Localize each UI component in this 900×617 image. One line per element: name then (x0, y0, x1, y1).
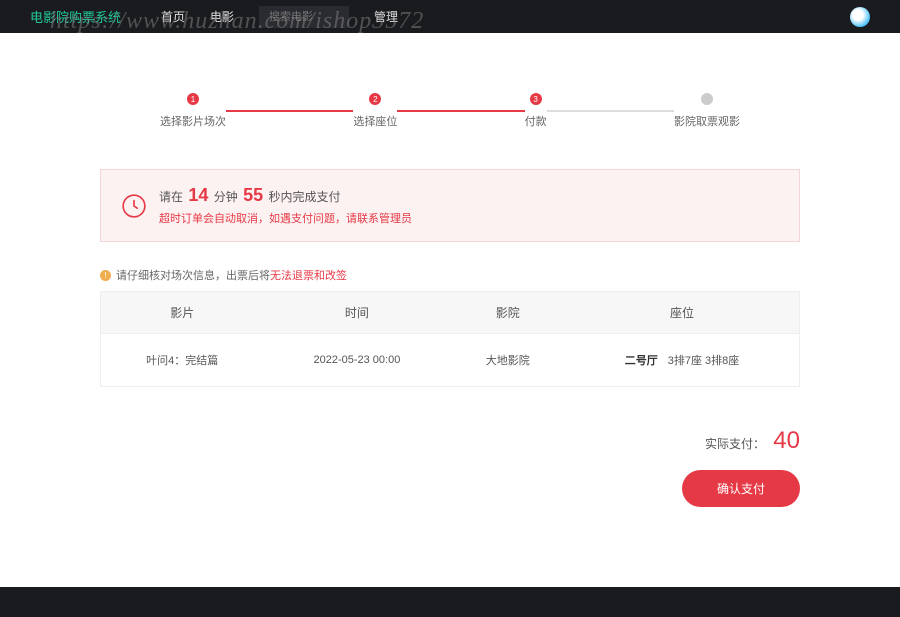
step-2-dot: 2 (369, 93, 381, 105)
ticket-table: 影片 时间 影院 座位 叶问4：完结篇 2022-05-23 00:00 大地影… (100, 291, 800, 387)
step-line (547, 110, 674, 112)
countdown-minutes: 14 (188, 185, 208, 205)
cell-movie: 叶问4：完结篇 (101, 334, 264, 387)
step-2-label: 选择座位 (353, 113, 397, 129)
countdown-banner: 请在 14 分钟 55 秒内完成支付 超时订单会自动取消，如遇支付问题，请联系管… (100, 169, 800, 242)
col-movie: 影片 (101, 292, 264, 334)
countdown-text: 请在 14 分钟 55 秒内完成支付 (159, 185, 412, 206)
col-time: 时间 (263, 292, 450, 334)
cell-time: 2022-05-23 00:00 (263, 334, 450, 387)
nav-admin[interactable]: 管理 (374, 8, 398, 25)
ticket-notice: ! 请仔细核对场次信息，出票后将无法退票和改签 (100, 267, 800, 283)
checkout-steps: 1 选择影片场次 2 选择座位 3 付款 影院取票观影 (100, 93, 800, 129)
step-4-dot (701, 93, 713, 105)
search-input[interactable] (259, 6, 349, 28)
step-line (226, 110, 353, 112)
confirm-pay-button[interactable]: 确认支付 (682, 470, 800, 507)
footer (0, 587, 900, 617)
cell-seat: 二号厅3排7座 3排8座 (565, 334, 799, 387)
step-1-label: 选择影片场次 (160, 113, 226, 129)
step-3-dot: 3 (530, 93, 542, 105)
step-3-label: 付款 (525, 113, 547, 129)
step-4-label: 影院取票观影 (674, 113, 740, 129)
clock-icon (121, 193, 147, 219)
step-1-dot: 1 (187, 93, 199, 105)
countdown-seconds: 55 (243, 185, 263, 205)
cell-cinema: 大地影院 (450, 334, 565, 387)
col-cinema: 影院 (450, 292, 565, 334)
countdown-subtext: 超时订单会自动取消，如遇支付问题，请联系管理员 (159, 210, 412, 226)
col-seat: 座位 (565, 292, 799, 334)
pay-label: 实际支付： (705, 435, 765, 452)
nav-movies[interactable]: 电影 (210, 8, 234, 25)
table-row: 叶问4：完结篇 2022-05-23 00:00 大地影院 二号厅3排7座 3排… (101, 334, 800, 387)
pay-amount: 40 (773, 427, 800, 454)
warning-icon: ! (100, 270, 111, 281)
step-line (397, 110, 524, 112)
nav-home[interactable]: 首页 (161, 8, 185, 25)
avatar[interactable] (850, 7, 870, 27)
brand-logo[interactable]: 电影院购票系统 (30, 7, 121, 26)
